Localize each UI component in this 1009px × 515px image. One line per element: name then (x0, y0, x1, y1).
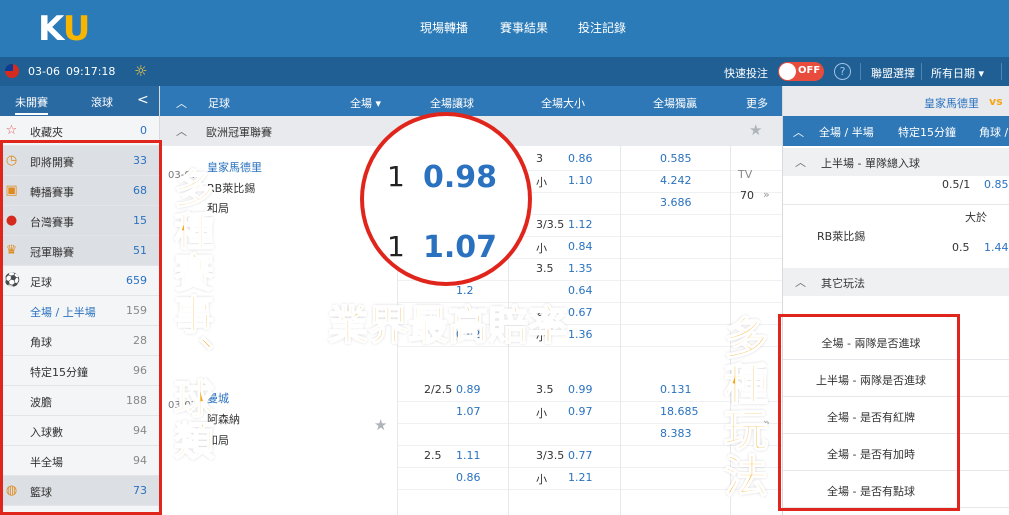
panel-match-name: 皇家馬德里 (924, 97, 979, 110)
handicap-line: 小 (536, 473, 547, 486)
odds-value[interactable]: 0.86 (456, 471, 481, 484)
col-handicap: 全場讓球 (430, 97, 474, 110)
handicap-line: 2.5 (424, 449, 442, 462)
league-select-button[interactable]: 聯盟選擇 (871, 65, 915, 81)
odds-value[interactable]: 3.686 (660, 196, 692, 209)
chevron-up-icon[interactable]: ︿ (176, 123, 187, 139)
zoomed-odd[interactable]: 0.98 (423, 160, 497, 195)
section-other-bets[interactable]: ︿ 其它玩法 (783, 268, 1009, 296)
tab-live[interactable]: 滾球 (91, 94, 113, 110)
line-odd[interactable]: 0.85 (984, 178, 1009, 191)
help-icon[interactable]: ? (834, 63, 851, 80)
odds-value[interactable]: 1.10 (568, 174, 593, 187)
column-divider (620, 146, 621, 515)
odds-value[interactable]: 1.35 (568, 262, 593, 275)
collapse-all-chevron-icon[interactable]: ︿ (176, 95, 187, 111)
favorite-star-icon[interactable]: ★ (749, 121, 762, 139)
more-bets-count[interactable]: 70 (740, 189, 754, 202)
odds-value[interactable]: 1.11 (456, 449, 481, 462)
sidebar-tabs: 未開賽 滾球 < (0, 86, 159, 116)
period-dropdown[interactable]: 全場 ▾ (350, 95, 381, 111)
line-cap: 0.5 (952, 241, 970, 254)
collapse-chevron-icon[interactable]: < (137, 92, 149, 108)
odds-value[interactable]: 0.97 (568, 405, 593, 418)
quick-bet-toggle[interactable]: OFF (778, 62, 824, 81)
section-first-half-goals[interactable]: ︿ 上半場 - 單隊總入球 (783, 148, 1009, 176)
handicap-line: 2/2.5 (424, 383, 453, 396)
away-team[interactable]: RB萊比錫 (207, 180, 255, 196)
ku-logo[interactable]: KU (38, 9, 90, 49)
promo-text-odds: 業界最高賠率 (327, 302, 569, 350)
odds-value[interactable]: 0.67 (568, 306, 593, 319)
taiwan-flag-icon (5, 64, 19, 78)
zoomed-handicap: 1 (387, 230, 405, 263)
tab-15min[interactable]: 特定15分鐘 (898, 124, 956, 140)
col-more: 更多 (746, 97, 768, 110)
odds-value[interactable]: 0.64 (568, 284, 593, 297)
sun-icon[interactable]: ☼ (134, 62, 147, 80)
odds-value[interactable]: 0.131 (660, 383, 692, 396)
more-chevron-icon[interactable]: » (763, 188, 770, 201)
sport-label: 足球 (208, 97, 230, 110)
chevron-up-icon[interactable]: ︿ (795, 274, 806, 290)
nav-bet-history[interactable]: 投注記錄 (578, 19, 626, 36)
current-time: 09:17:18 (66, 65, 116, 78)
col-over-under: 全場大小 (541, 97, 585, 110)
vs-label: vs (989, 95, 1003, 108)
highlight-box-bet-types (778, 314, 960, 511)
odds-value[interactable]: 0.585 (660, 152, 692, 165)
tab-corners[interactable]: 角球 / (979, 124, 1008, 140)
home-team[interactable]: 皇家馬德里 (207, 159, 262, 175)
top-nav: KU 現場轉播 賽事結果 投注記錄 (0, 0, 1009, 57)
odds-value[interactable]: 0.89 (456, 383, 481, 396)
chevron-up-icon[interactable]: ︿ (793, 124, 804, 140)
panel-match-header: 皇家馬德里 vs (783, 86, 1009, 116)
nav-live-stream[interactable]: 現場轉播 (420, 19, 468, 36)
odds-value[interactable]: 1.36 (568, 328, 593, 341)
handicap-line: 小 (536, 407, 547, 420)
star-outline-icon: ☆ (5, 123, 18, 138)
handicap-line: 3/3.5 (536, 449, 565, 462)
promo-text-bet-types: 多種玩法 (715, 314, 768, 500)
odds-value[interactable]: 0.77 (568, 449, 593, 462)
odds-value[interactable]: 0.99 (568, 383, 593, 396)
favorite-star-icon[interactable]: ★ (374, 416, 387, 434)
odds-value[interactable]: 0.84 (568, 240, 593, 253)
current-date: 03-06 (28, 65, 60, 78)
odds-value[interactable]: 4.242 (660, 174, 692, 187)
tv-label[interactable]: TV (738, 168, 752, 181)
odds-value[interactable]: 8.383 (660, 427, 692, 440)
team-label: RB萊比錫 (817, 230, 866, 243)
over-label: 大於 (965, 211, 987, 224)
odds-value[interactable]: 1.12 (568, 218, 593, 231)
zoomed-odd[interactable]: 1.07 (423, 230, 497, 265)
handicap-line: 小 (536, 176, 547, 189)
nav-results[interactable]: 賽事結果 (500, 19, 548, 36)
line-odd[interactable]: 1.44 (984, 241, 1009, 254)
status-bar: 03-06 09:17:18 ☼ 快速投注 OFF ? 聯盟選擇 所有日期 ▾ (0, 57, 1009, 86)
zoomed-handicap: 1 (387, 160, 405, 193)
odds-value[interactable]: 1.07 (456, 405, 481, 418)
col-1x2: 全場獨贏 (653, 97, 697, 110)
handicap-line: 3.5 (536, 262, 554, 275)
odds-value[interactable]: 18.685 (660, 405, 699, 418)
handicap-line: 3 (536, 152, 543, 165)
handicap-line: 小 (536, 242, 547, 255)
promo-text-sports: 多種賽事、球類 (166, 167, 214, 463)
date-filter-dropdown[interactable]: 所有日期 ▾ (931, 65, 984, 81)
line-cap: 0.5/1 (942, 178, 971, 191)
tab-full-half[interactable]: 全場 / 半場 (819, 124, 874, 140)
handicap-line: 3.5 (536, 383, 554, 396)
chevron-up-icon[interactable]: ︿ (795, 154, 806, 170)
highlight-box-sports (0, 140, 162, 515)
table-header: ︿ 足球 全場 ▾ 全場讓球 全場大小 全場獨贏 更多 (160, 86, 782, 116)
odds-value[interactable]: 0.86 (568, 152, 593, 165)
tab-unstarted[interactable]: 未開賽 (15, 94, 48, 115)
odds-value[interactable]: 1.21 (568, 471, 593, 484)
quick-bet-label: 快速投注 (724, 67, 768, 80)
handicap-line: 3/3.5 (536, 218, 565, 231)
panel-tabs: ︿ 全場 / 半場 特定15分鐘 角球 / (783, 116, 1009, 146)
